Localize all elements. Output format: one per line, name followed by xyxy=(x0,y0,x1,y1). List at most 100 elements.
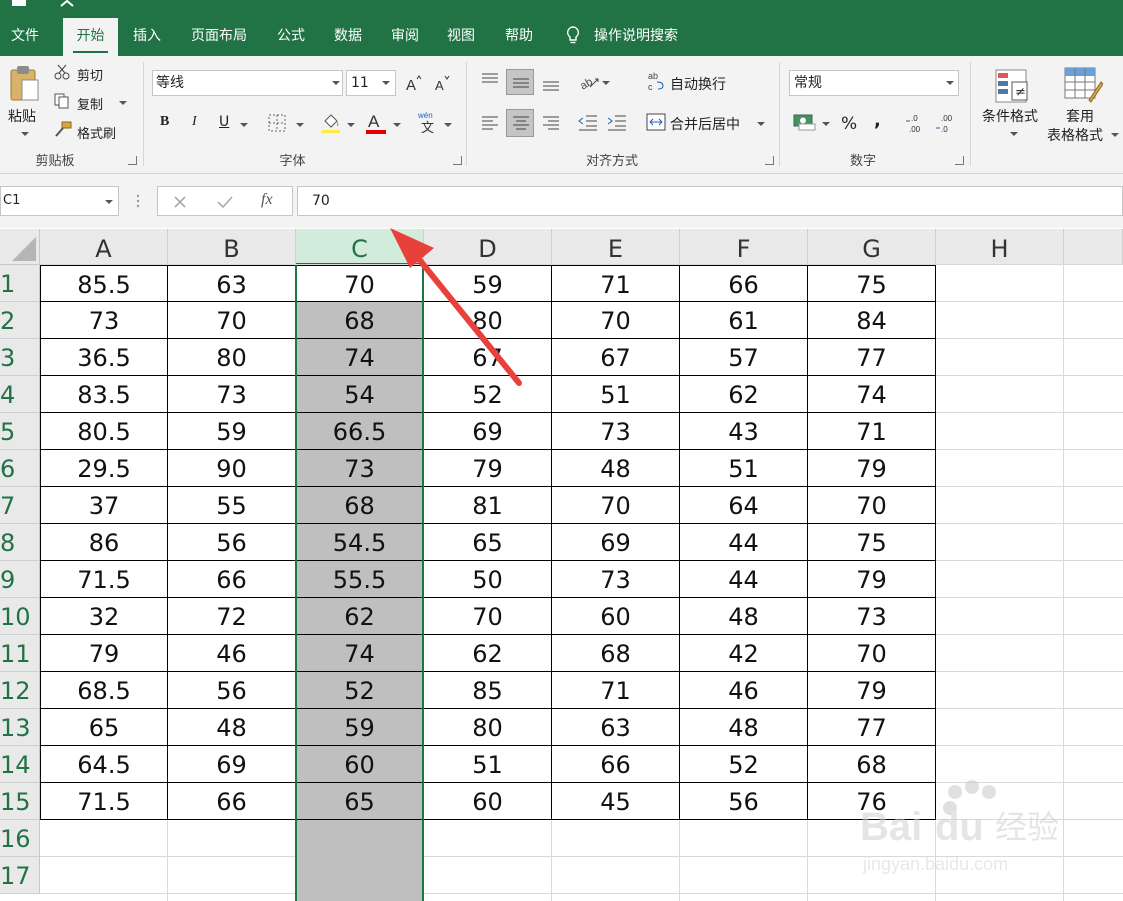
conditional-formatting-icon[interactable]: ≠ xyxy=(994,68,1030,104)
cell-a15[interactable]: 71.5 xyxy=(40,783,168,820)
cell-g11[interactable]: 70 xyxy=(808,635,936,672)
cut-button[interactable]: 剪切 xyxy=(77,65,103,84)
cell-a9[interactable]: 71.5 xyxy=(40,561,168,598)
cell-b9[interactable]: 66 xyxy=(168,561,296,598)
cell-g8[interactable]: 75 xyxy=(808,524,936,561)
cell-b8[interactable]: 56 xyxy=(168,524,296,561)
cell-f6[interactable]: 51 xyxy=(680,450,808,487)
align-left-icon[interactable] xyxy=(481,115,499,131)
tab-home[interactable]: 开始 xyxy=(63,18,118,56)
accounting-format-icon[interactable] xyxy=(793,112,817,132)
cell-b11[interactable]: 46 xyxy=(168,635,296,672)
paste-icon[interactable] xyxy=(8,64,40,102)
accounting-format-caret[interactable] xyxy=(822,122,830,126)
cell-g3[interactable]: 77 xyxy=(808,339,936,376)
row-header-8[interactable]: 8 xyxy=(0,524,40,561)
format-as-table-caret[interactable] xyxy=(1111,133,1119,137)
cell-f15[interactable]: 56 xyxy=(680,783,808,820)
conditional-formatting-button[interactable]: 条件格式 xyxy=(982,106,1038,126)
cell-a5[interactable]: 80.5 xyxy=(40,413,168,450)
cell-d15[interactable]: 60 xyxy=(424,783,552,820)
font-name-select[interactable]: 等线 xyxy=(152,70,343,96)
orientation-icon[interactable]: ab xyxy=(578,71,600,91)
cell-a11[interactable]: 79 xyxy=(40,635,168,672)
row-header-3[interactable]: 3 xyxy=(0,339,40,376)
number-format-select[interactable]: 常规 xyxy=(789,70,959,96)
copy-dropdown-caret[interactable] xyxy=(119,101,127,105)
comma-style-button[interactable]: , xyxy=(874,110,881,131)
cell-a1[interactable]: 85.5 xyxy=(40,265,168,302)
cell-g5[interactable]: 71 xyxy=(808,413,936,450)
cell-d13[interactable]: 80 xyxy=(424,709,552,746)
cell-e9[interactable]: 73 xyxy=(552,561,680,598)
cell-a8[interactable]: 86 xyxy=(40,524,168,561)
cell-g6[interactable]: 79 xyxy=(808,450,936,487)
cell-a12[interactable]: 68.5 xyxy=(40,672,168,709)
cell-g9[interactable]: 79 xyxy=(808,561,936,598)
fill-color-caret[interactable] xyxy=(347,123,355,127)
cell-b2[interactable]: 70 xyxy=(168,302,296,339)
cell-e1[interactable]: 71 xyxy=(552,265,680,302)
undo-icon[interactable] xyxy=(60,0,74,8)
row-header-1[interactable]: 1 xyxy=(0,265,40,302)
fill-color-icon[interactable] xyxy=(321,112,341,134)
column-header-a[interactable]: A xyxy=(40,229,168,265)
column-header-f[interactable]: F xyxy=(680,229,808,265)
cell-d5[interactable]: 69 xyxy=(424,413,552,450)
phonetic-caret[interactable] xyxy=(444,123,452,127)
cell-b5[interactable]: 59 xyxy=(168,413,296,450)
cell-g13[interactable]: 77 xyxy=(808,709,936,746)
cell-f8[interactable]: 44 xyxy=(680,524,808,561)
cell-b10[interactable]: 72 xyxy=(168,598,296,635)
alignment-dialog-launcher[interactable] xyxy=(765,156,774,165)
wrap-text-button[interactable]: 自动换行 xyxy=(670,74,726,94)
cell-a14[interactable]: 64.5 xyxy=(40,746,168,783)
decrease-indent-icon[interactable] xyxy=(578,114,598,132)
cell-e14[interactable]: 66 xyxy=(552,746,680,783)
percent-style-button[interactable]: % xyxy=(841,114,857,134)
paste-button[interactable]: 粘贴 xyxy=(8,106,36,126)
cell-e5[interactable]: 73 xyxy=(552,413,680,450)
row-header-5[interactable]: 5 xyxy=(0,413,40,450)
cell-f5[interactable]: 43 xyxy=(680,413,808,450)
cell-f12[interactable]: 46 xyxy=(680,672,808,709)
cell-d8[interactable]: 65 xyxy=(424,524,552,561)
cell-d9[interactable]: 50 xyxy=(424,561,552,598)
wrap-text-icon[interactable]: abc xyxy=(647,70,665,92)
align-bottom-icon[interactable] xyxy=(542,76,560,92)
select-all-corner[interactable] xyxy=(0,229,40,265)
underline-button[interactable]: U xyxy=(219,114,229,130)
cell-g2[interactable]: 84 xyxy=(808,302,936,339)
tab-view[interactable]: 视图 xyxy=(436,18,486,56)
cell-f14[interactable]: 52 xyxy=(680,746,808,783)
cell-g7[interactable]: 70 xyxy=(808,487,936,524)
copy-icon[interactable] xyxy=(54,93,70,109)
font-dialog-launcher[interactable] xyxy=(453,156,462,165)
merge-center-caret[interactable] xyxy=(757,122,765,126)
cell-g1[interactable]: 75 xyxy=(808,265,936,302)
row-header-17[interactable]: 17 xyxy=(0,857,40,894)
cell-f10[interactable]: 48 xyxy=(680,598,808,635)
insert-function-button[interactable]: fx xyxy=(261,191,273,209)
copy-button[interactable]: 复制 xyxy=(77,94,103,113)
cell-e4[interactable]: 51 xyxy=(552,376,680,413)
enter-icon[interactable] xyxy=(217,195,233,209)
column-header-b[interactable]: B xyxy=(168,229,296,265)
paste-dropdown-caret[interactable] xyxy=(21,132,29,136)
format-as-table-label-1[interactable]: 套用 xyxy=(1066,106,1094,126)
format-as-table-button[interactable]: 表格格式 xyxy=(1047,125,1103,145)
cell-d14[interactable]: 51 xyxy=(424,746,552,783)
align-top-icon[interactable] xyxy=(481,72,499,88)
save-icon[interactable] xyxy=(12,0,26,8)
format-painter-icon[interactable] xyxy=(54,121,72,137)
row-header-9[interactable]: 9 xyxy=(0,561,40,598)
row-header-6[interactable]: 6 xyxy=(0,450,40,487)
tell-me-search[interactable]: 操作说明搜索 xyxy=(566,18,678,56)
cell-b13[interactable]: 48 xyxy=(168,709,296,746)
column-header-e[interactable]: E xyxy=(552,229,680,265)
decrease-decimal-icon[interactable]: .00.0 xyxy=(935,111,959,135)
cell-b3[interactable]: 80 xyxy=(168,339,296,376)
increase-indent-icon[interactable] xyxy=(607,114,627,132)
cell-e15[interactable]: 45 xyxy=(552,783,680,820)
column-header-next[interactable] xyxy=(1064,229,1123,265)
